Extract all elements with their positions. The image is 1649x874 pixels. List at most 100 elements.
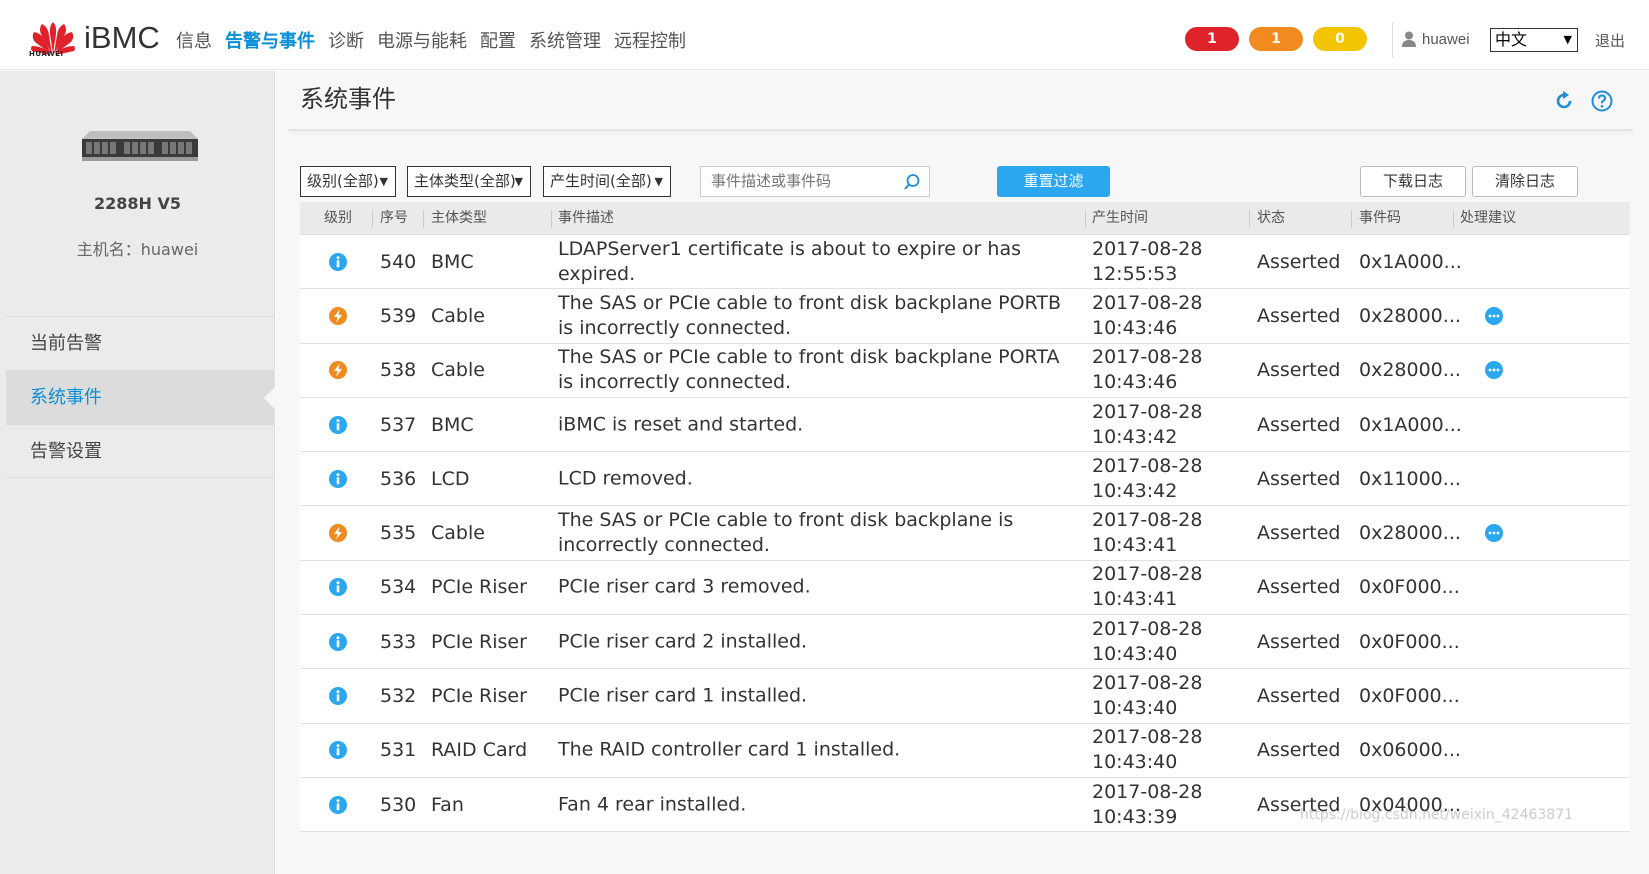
event-time: 2017-08-28 10:43:46 [1092,345,1242,395]
table-row[interactable]: 534 PCIe Riser PCIe riser card 3 removed… [300,560,1630,616]
suggestion-icon[interactable] [1485,306,1503,325]
download-log-button[interactable]: 下载日志 [1360,166,1466,197]
refresh-icon[interactable] [1553,90,1575,112]
col-description[interactable]: 事件描述 [558,202,614,235]
logo-text: HUAWEI [29,50,64,58]
column-divider [551,210,552,228]
event-subject-type: Fan [431,793,464,816]
time-filter-value: 产生时间(全部) [550,172,652,190]
critical-alarm-badge[interactable]: 1 [1185,27,1239,51]
time-filter-select[interactable]: 产生时间(全部) ▼ [543,166,671,197]
event-description: PCIe riser card 2 installed. [558,630,808,653]
event-date: 2017-08-28 [1092,291,1203,314]
event-time: 2017-08-28 10:43:40 [1092,725,1242,775]
search-icon[interactable] [903,173,921,191]
info-icon [329,795,347,814]
event-clock: 10:43:40 [1092,697,1178,720]
event-date: 2017-08-28 [1092,563,1203,586]
event-date: 2017-08-28 [1092,672,1203,695]
major-alarm-icon [329,524,347,543]
table-row[interactable]: 530 Fan Fan 4 rear installed. 2017-08-28… [300,777,1630,833]
nav-alarms-events[interactable]: 告警与事件 [225,27,315,53]
watermark: https://blog.csdn.net/weixin_42463871 [1300,807,1574,823]
event-code: 0x06000... [1359,739,1461,762]
suggestion-icon[interactable] [1485,524,1503,543]
event-id: 537 [380,413,417,436]
col-subject-type[interactable]: 主体类型 [431,202,487,235]
server-model: 2288H V5 [93,194,181,213]
nav-remote-control[interactable]: 远程控制 [614,27,686,53]
logout-link[interactable]: 退出 [1595,30,1625,51]
level-filter-value: 级别(全部) [307,172,379,190]
chevron-down-icon: ▼ [379,175,388,188]
table-row[interactable]: 533 PCIe Riser PCIe riser card 2 install… [300,615,1630,670]
table-row[interactable]: 537 BMC iBMC is reset and started. 2017-… [300,397,1630,453]
table-row[interactable]: 531 RAID Card The RAID controller card 1… [300,723,1630,778]
major-alarm-icon [329,361,347,380]
table-row[interactable]: 539 Cable The SAS or PCIe cable to front… [300,289,1630,344]
event-description: PCIe riser card 1 installed. [558,684,808,707]
minor-alarm-badge[interactable]: 0 [1313,27,1367,51]
nav-system-management[interactable]: 系统管理 [529,27,601,53]
table-row[interactable]: 535 Cable The SAS or PCIe cable to front… [300,506,1630,561]
column-divider [423,210,424,228]
event-clock: 10:43:41 [1092,534,1178,557]
subject-type-filter-select[interactable]: 主体类型(全部) ▼ [407,166,531,197]
search-input[interactable] [711,172,901,190]
table-row[interactable]: 540 BMC LDAPServer1 certificate is about… [300,235,1630,290]
event-subject-type: PCIe Riser [431,630,527,653]
column-divider [1249,210,1250,228]
event-time: 2017-08-28 10:43:46 [1092,291,1242,341]
col-level[interactable]: 级别 [324,202,352,235]
nav-diagnose[interactable]: 诊断 [328,27,364,53]
event-id: 539 [380,304,417,327]
table-row[interactable]: 536 LCD LCD removed. 2017-08-28 10:43:42 … [300,452,1630,507]
event-date: 2017-08-28 [1092,346,1203,369]
event-date: 2017-08-28 [1092,780,1203,803]
reset-filter-button[interactable]: 重置过滤 [997,166,1110,197]
nav-power[interactable]: 电源与能耗 [377,27,467,53]
clear-log-button[interactable]: 清除日志 [1472,166,1578,197]
event-clock: 10:43:42 [1092,425,1178,448]
col-id[interactable]: 序号 [380,202,408,235]
event-status: Asserted [1257,304,1341,327]
event-code: 0x11000... [1359,467,1461,490]
language-select[interactable]: 中文 ▼ [1490,28,1578,52]
event-id: 533 [380,630,417,653]
nav-config[interactable]: 配置 [480,27,516,53]
sidebar-item-system-events[interactable]: 系统事件 [6,370,276,424]
sidebar-item-alarm-settings[interactable]: 告警设置 [6,424,275,478]
event-status: Asserted [1257,630,1341,653]
event-status: Asserted [1257,739,1341,762]
major-alarm-icon [329,306,347,325]
col-status[interactable]: 状态 [1257,202,1285,235]
main-content: 系统事件 级别(全部) ▼ 主体类型(全部) ▼ 产生时间(全部) ▼ 重 [276,71,1649,874]
title-separator [288,129,1633,131]
event-id: 538 [380,359,417,382]
event-status: Asserted [1257,522,1341,545]
help-icon[interactable] [1591,90,1613,112]
event-status: Asserted [1257,576,1341,599]
server-image [82,131,198,161]
nav-info[interactable]: 信息 [176,27,212,53]
suggestion-icon[interactable] [1485,361,1503,380]
event-subject-type: PCIe Riser [431,685,527,708]
col-event-code[interactable]: 事件码 [1359,202,1401,235]
alarm-badges: 1 1 0 [1185,27,1367,51]
event-clock: 12:55:53 [1092,262,1178,285]
level-filter-select[interactable]: 级别(全部) ▼ [300,166,396,197]
chevron-down-icon: ▼ [514,175,523,188]
table-row[interactable]: 532 PCIe Riser PCIe riser card 1 install… [300,669,1630,724]
col-suggestion[interactable]: 处理建议 [1460,202,1516,235]
sidebar-item-current-alarms[interactable]: 当前告警 [6,316,275,370]
table-row[interactable]: 538 Cable The SAS or PCIe cable to front… [300,343,1630,398]
event-clock: 10:43:46 [1092,316,1178,339]
major-alarm-badge[interactable]: 1 [1249,27,1303,51]
event-description: The RAID controller card 1 installed. [558,738,901,761]
event-description: The SAS or PCIe cable to front disk back… [558,509,1014,557]
event-subject-type: LCD [431,467,470,490]
chevron-down-icon: ▼ [1563,33,1572,46]
event-date: 2017-08-28 [1092,617,1203,640]
col-time[interactable]: 产生时间 [1092,202,1148,235]
info-icon [329,741,347,760]
